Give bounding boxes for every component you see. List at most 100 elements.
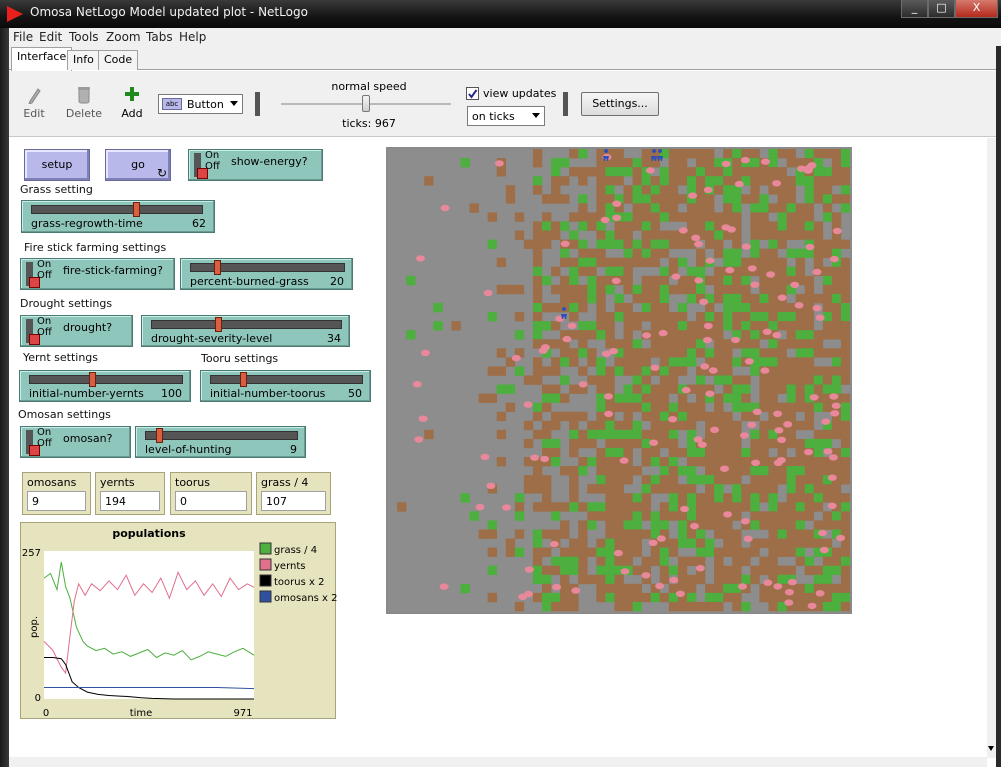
percent-burned-grass-slider[interactable]: percent-burned-grass 20: [180, 258, 353, 290]
slider-value: 100: [161, 387, 182, 400]
switch-off-label: Off: [205, 161, 220, 172]
fire-stick-farming-switch[interactable]: On Off fire-stick-farming?: [20, 258, 175, 290]
switch-label: omosan?: [63, 432, 113, 445]
menu-bar: File Edit Tools Zoom Tabs Help: [9, 28, 1001, 46]
toolbar-separator: [563, 92, 568, 116]
slider-knob[interactable]: [213, 260, 221, 275]
legend-swatch: [259, 574, 272, 587]
add-button[interactable]: Add: [117, 107, 147, 120]
slider-track: [29, 375, 183, 384]
x-tick-label: 971: [233, 708, 252, 719]
omosan-switch[interactable]: On Off omosan?: [20, 426, 131, 458]
pencil-icon: [28, 88, 41, 104]
monitor-label: grass / 4: [261, 476, 309, 489]
drought-switch[interactable]: On Off drought?: [20, 315, 133, 347]
forever-loop-icon: ↻: [156, 166, 167, 180]
window-title: Omosa NetLogo Model updated plot - NetLo…: [30, 5, 308, 19]
delete-button[interactable]: Delete: [64, 107, 104, 120]
monitor-value: 0: [175, 491, 247, 511]
initial-number-yernts-slider[interactable]: initial-number-yernts 100: [19, 370, 191, 402]
monitor-label: toorus: [175, 476, 210, 489]
tab-bar: Interface Info Code: [9, 46, 996, 71]
slider-name: level-of-hunting: [145, 443, 232, 456]
close-button[interactable]: X: [955, 0, 998, 18]
slider-track: [210, 375, 363, 384]
setup-button[interactable]: setup: [24, 149, 90, 181]
legend-entry: yernts: [274, 561, 305, 572]
button-widget-icon: abc: [162, 98, 182, 110]
slider-track: [31, 205, 203, 214]
legend-swatch: [259, 558, 272, 571]
slider-name: initial-number-toorus: [210, 387, 326, 400]
grass-setting-note: Grass setting: [20, 183, 93, 196]
monitor-label: omosans: [27, 476, 77, 489]
switch-track: [194, 153, 208, 179]
switch-label: fire-stick-farming?: [63, 264, 163, 277]
world-view[interactable]: [386, 147, 852, 614]
netlogo-logo-icon: [7, 6, 23, 22]
tab-code[interactable]: Code: [98, 50, 139, 70]
vertical-scrollbar[interactable]: [987, 138, 996, 758]
menu-file[interactable]: File: [13, 30, 33, 44]
slider-track: [145, 431, 298, 440]
view-updates-checkbox[interactable]: [466, 87, 479, 100]
tab-interface[interactable]: Interface: [11, 47, 73, 71]
legend-swatch: [259, 590, 272, 603]
switch-on-label: On: [205, 150, 220, 161]
tooru-note: Tooru settings: [201, 352, 279, 365]
monitor-label: yernts: [100, 476, 135, 489]
ticks-counter: ticks: 967: [342, 117, 396, 130]
switch-on-label: On: [37, 316, 52, 327]
maximize-button[interactable]: □: [928, 0, 955, 18]
update-mode-value: on ticks: [472, 110, 515, 123]
show-energy-switch[interactable]: On Off show-energy?: [188, 149, 323, 181]
plot-title: populations: [112, 527, 186, 540]
scroll-down-arrow-icon[interactable]: [988, 746, 994, 751]
grass-regrowth-time-slider[interactable]: grass-regrowth-time 62: [21, 200, 215, 233]
switch-track: [26, 319, 40, 345]
switch-label: drought?: [63, 321, 113, 334]
level-of-hunting-slider[interactable]: level-of-hunting 9: [135, 426, 306, 458]
speed-label: normal speed: [331, 80, 407, 93]
y-tick-label: 0: [35, 693, 41, 704]
window-frame-left: [0, 28, 9, 767]
initial-number-toorus-slider[interactable]: initial-number-toorus 50: [200, 370, 371, 402]
menu-zoom[interactable]: Zoom: [106, 30, 141, 44]
switch-on-label: On: [37, 259, 52, 270]
monitor-omosans: omosans 9: [22, 472, 91, 515]
update-mode-dropdown[interactable]: on ticks: [467, 106, 545, 126]
chevron-down-icon: [532, 113, 540, 118]
menu-tabs[interactable]: Tabs: [146, 30, 173, 44]
slider-knob[interactable]: [156, 428, 163, 443]
switch-track: [26, 430, 40, 456]
slider-value: 9: [290, 443, 297, 456]
speed-slider-thumb[interactable]: [362, 95, 370, 112]
slider-value: 34: [327, 332, 341, 345]
drought-note: Drought settings: [20, 297, 113, 310]
trash-icon: [78, 87, 90, 104]
settings-button[interactable]: Settings...: [581, 92, 659, 116]
slider-name: percent-burned-grass: [190, 275, 309, 288]
add-icon: [125, 87, 139, 101]
edit-button[interactable]: Edit: [19, 107, 49, 120]
slider-knob[interactable]: [89, 372, 96, 387]
slider-knob[interactable]: [133, 202, 141, 217]
go-button[interactable]: go ↻: [105, 149, 171, 181]
slider-knob[interactable]: [240, 372, 247, 387]
slider-knob[interactable]: [214, 317, 222, 332]
x-axis-label: time: [130, 708, 153, 719]
drought-severity-slider[interactable]: drought-severity-level 34: [141, 315, 350, 347]
menu-tools[interactable]: Tools: [69, 30, 99, 44]
checkmark-icon: [468, 89, 478, 99]
menu-help[interactable]: Help: [179, 30, 206, 44]
legend-entry: grass / 4: [274, 545, 317, 556]
switch-label: show-energy?: [231, 155, 308, 168]
widget-type-dropdown[interactable]: abc Button: [158, 94, 243, 114]
world-canvas: [388, 149, 851, 612]
slider-name: drought-severity-level: [151, 332, 273, 345]
switch-off-label: Off: [37, 270, 52, 281]
minimize-button[interactable]: _: [901, 0, 928, 18]
menu-edit[interactable]: Edit: [39, 30, 62, 44]
horizontal-scrollbar[interactable]: [9, 757, 987, 767]
tab-info[interactable]: Info: [67, 50, 100, 70]
